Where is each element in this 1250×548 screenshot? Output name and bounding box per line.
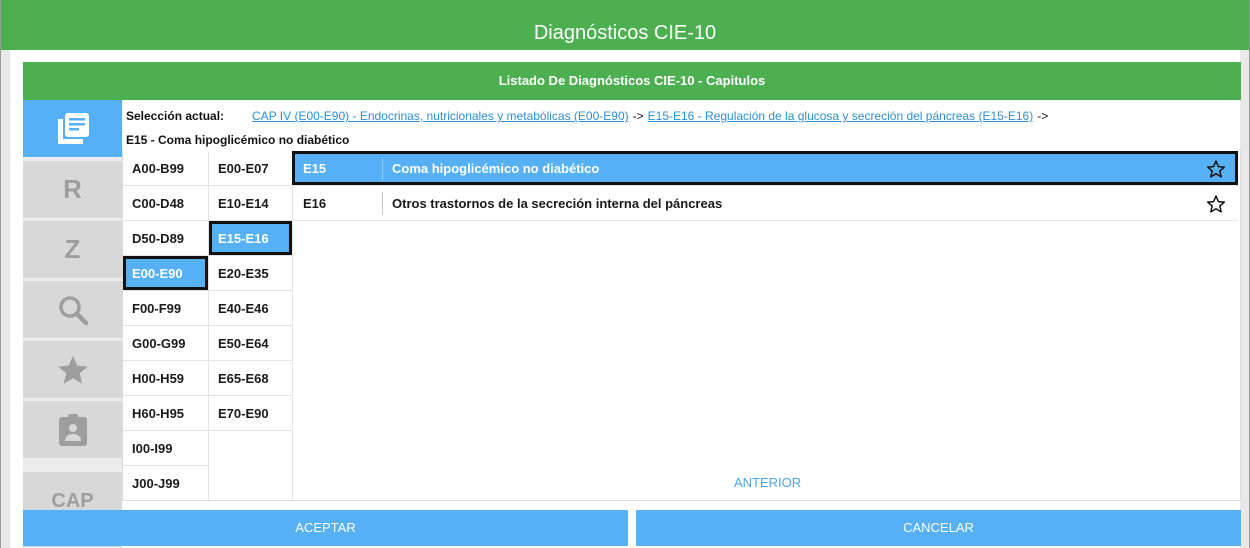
chapter-item[interactable]: H00-H59 — [123, 361, 208, 396]
sidebar: R Z CAP — [23, 100, 122, 548]
group-item[interactable]: E50-E64 — [209, 326, 292, 361]
sidebar-item-z-label: Z — [64, 234, 81, 264]
chapter-item[interactable]: G00-G99 — [123, 326, 208, 361]
chapter-column: A00-B99 C00-D48 D50-D89 E00-E90 F00-F99 … — [123, 151, 208, 501]
favorite-star-icon[interactable] — [1206, 194, 1226, 217]
breadcrumb-arrow: -> — [632, 109, 644, 123]
group-item[interactable]: E40-E46 — [209, 291, 292, 326]
group-item[interactable]: E70-E90 — [209, 396, 292, 431]
search-icon — [57, 294, 89, 326]
chapter-item[interactable]: J00-J99 — [123, 466, 208, 501]
chapter-item[interactable]: F00-F99 — [123, 291, 208, 326]
group-item-selected[interactable]: E15-E16 — [209, 221, 292, 256]
breadcrumb-chapter-link[interactable]: CAP IV (E00-E90) - Endocrinas, nutricion… — [252, 109, 629, 123]
window-titlebar: Diagnósticos CIE-10 — [1, 0, 1249, 50]
chapter-item[interactable]: C00-D48 — [123, 186, 208, 221]
divider — [382, 157, 383, 180]
group-item[interactable]: E20-E35 — [209, 256, 292, 291]
clipboard-icon — [57, 413, 89, 447]
divider — [382, 192, 383, 215]
accept-button[interactable]: ACEPTAR — [23, 510, 628, 546]
current-selection: E15 - Coma hipoglicémico no diabético — [126, 133, 350, 147]
chapter-item[interactable]: D50-D89 — [123, 221, 208, 256]
list-header: Listado De Diagnósticos CIE-10 - Capitul… — [23, 62, 1241, 100]
chapter-item-selected[interactable]: E00-E90 — [123, 256, 208, 291]
diagnosis-description: Coma hipoglicémico no diabético — [392, 161, 600, 176]
selection-label: Selección actual: — [126, 109, 225, 123]
diagnosis-code: E16 — [303, 196, 327, 211]
chapter-item[interactable]: H60-H95 — [123, 396, 208, 431]
breadcrumb: CAP IV (E00-E90) - Endocrinas, nutricion… — [252, 109, 1052, 123]
breadcrumb-arrow: -> — [1037, 109, 1049, 123]
diagnosis-row-selected[interactable]: E15 Coma hipoglicémico no diabético — [292, 151, 1238, 186]
sidebar-item-search[interactable] — [23, 281, 122, 339]
sidebar-item-list[interactable] — [23, 100, 122, 158]
diagnosis-row[interactable]: E16 Otros trastornos de la secreción int… — [292, 186, 1238, 221]
diagnosis-description: Otros trastornos de la secreción interna… — [392, 196, 723, 211]
window-title: Diagnósticos CIE-10 — [533, 22, 717, 44]
group-item[interactable]: E65-E68 — [209, 361, 292, 396]
group-item[interactable]: E00-E07 — [209, 151, 292, 186]
diagnosis-list: E15 Coma hipoglicémico no diabético E16 … — [292, 151, 1238, 221]
chapter-item[interactable]: I00-I99 — [123, 431, 208, 466]
group-item[interactable]: E10-E14 — [209, 186, 292, 221]
previous-page-link[interactable]: ANTERIOR — [734, 475, 801, 490]
cancel-button[interactable]: CANCELAR — [636, 510, 1241, 546]
sidebar-item-r-label: R — [63, 174, 82, 204]
star-icon — [56, 353, 90, 387]
sidebar-item-clipboard[interactable] — [23, 401, 122, 459]
sidebar-item-z[interactable]: Z — [23, 221, 122, 279]
group-column: E00-E07 E10-E14 E15-E16 E20-E35 E40-E46 … — [208, 151, 293, 501]
breadcrumb-group-link[interactable]: E15-E16 - Regulación de la glucosa y sec… — [648, 109, 1034, 123]
sidebar-item-r[interactable]: R — [23, 161, 122, 219]
favorite-star-icon[interactable] — [1206, 159, 1226, 182]
diagnosis-code: E15 — [303, 161, 327, 176]
chapter-item[interactable]: A00-B99 — [123, 151, 208, 186]
sidebar-item-favorites[interactable] — [23, 341, 122, 399]
list-icon — [55, 111, 91, 147]
